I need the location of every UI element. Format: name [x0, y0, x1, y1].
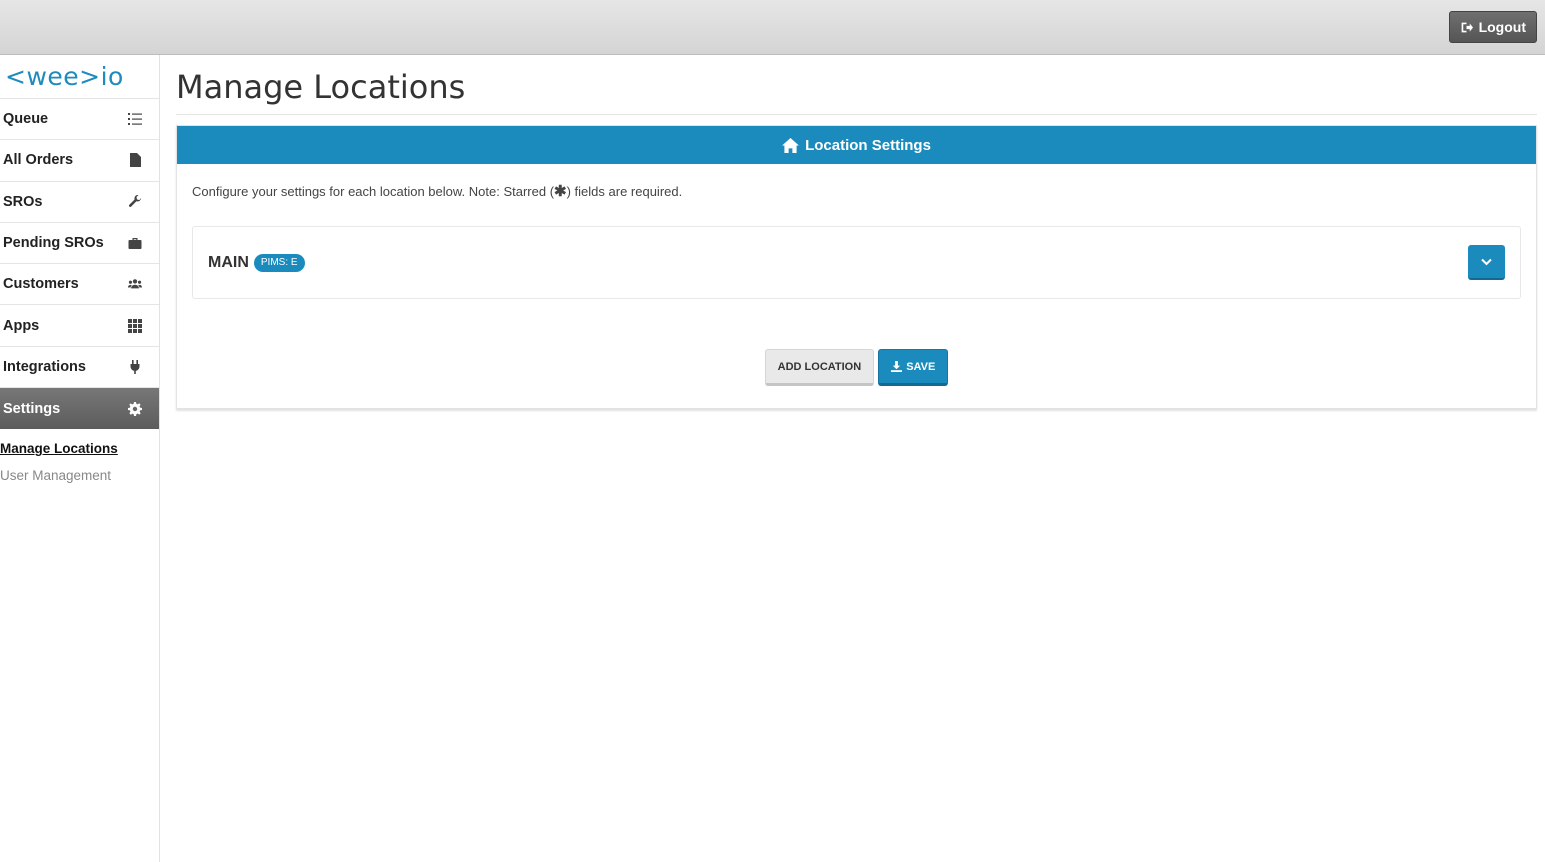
- sidebar-item-label: Integrations: [3, 358, 86, 375]
- location-heading: MAIN PIMS: E: [208, 253, 305, 272]
- sidebar-item-integrations[interactable]: Integrations: [0, 347, 159, 389]
- main-content: Manage Locations Location Settings Confi…: [176, 55, 1537, 409]
- panel-title: Location Settings: [805, 136, 931, 154]
- hint-after: ) fields are required.: [566, 184, 683, 199]
- sidebar-item-label: All Orders: [3, 152, 74, 169]
- sidebar-item-label: Customers: [3, 276, 79, 293]
- sidebar-item-label: SROs: [3, 193, 43, 210]
- panel-header: Location Settings: [177, 126, 1536, 164]
- sidebar-item-sros[interactable]: SROs: [0, 182, 159, 223]
- list-icon: [128, 113, 142, 126]
- sidebar-item-customers[interactable]: Customers: [0, 264, 159, 306]
- sidebar-item-label: Pending SROs: [3, 235, 104, 252]
- page-title: Manage Locations: [176, 55, 1537, 115]
- logo-text: <wee>io: [5, 62, 124, 91]
- save-label: SAVE: [906, 360, 936, 373]
- add-location-label: ADD LOCATION: [777, 360, 862, 373]
- file-icon: [130, 153, 141, 168]
- sidebar-item-all-orders[interactable]: All Orders: [0, 140, 159, 182]
- sidebar: <wee>io Queue All Orders SROs Pending SR…: [0, 55, 160, 862]
- sign-out-icon: [1461, 22, 1473, 32]
- sidebar-item-label: Settings: [3, 400, 61, 417]
- save-button[interactable]: SAVE: [878, 349, 949, 386]
- location-settings-panel: Location Settings Configure your setting…: [176, 125, 1537, 409]
- sidebar-item-pending-sros[interactable]: Pending SROs: [0, 223, 159, 265]
- required-star-icon: ✱: [554, 183, 567, 200]
- instructions-text: Configure your settings for each locatio…: [192, 182, 1521, 200]
- location-card-main[interactable]: MAIN PIMS: E: [192, 226, 1521, 299]
- chevron-down-icon: [1481, 258, 1492, 265]
- home-icon: [782, 137, 800, 153]
- add-location-button[interactable]: ADD LOCATION: [764, 349, 875, 386]
- logo[interactable]: <wee>io: [0, 55, 159, 99]
- download-icon: [891, 361, 903, 372]
- grid-icon: [128, 318, 142, 333]
- expand-location-button[interactable]: [1468, 245, 1505, 280]
- hint-before: Configure your settings for each locatio…: [192, 184, 555, 199]
- sidebar-item-queue[interactable]: Queue: [0, 99, 159, 141]
- plug-icon: [130, 359, 140, 374]
- sidebar-item-apps[interactable]: Apps: [0, 305, 159, 347]
- subnav-user-management[interactable]: User Management: [0, 462, 159, 489]
- sidebar-item-settings[interactable]: Settings: [0, 388, 159, 430]
- logout-label: Logout: [1478, 19, 1526, 35]
- briefcase-icon: [128, 238, 142, 250]
- logout-button[interactable]: Logout: [1448, 11, 1537, 43]
- top-bar: Logout: [0, 0, 1545, 55]
- sidebar-item-label: Apps: [3, 317, 40, 334]
- settings-subnav: Manage Locations User Management: [0, 429, 159, 489]
- panel-body: Configure your settings for each locatio…: [177, 164, 1536, 408]
- sidebar-item-label: Queue: [3, 111, 49, 128]
- subnav-manage-locations[interactable]: Manage Locations: [0, 435, 159, 462]
- users-icon: [128, 279, 142, 289]
- form-actions: ADD LOCATION SAVE: [192, 349, 1521, 386]
- pims-badge: PIMS: E: [253, 253, 305, 272]
- location-name: MAIN: [208, 253, 249, 271]
- wrench-icon: [128, 194, 141, 207]
- gear-icon: [128, 401, 142, 416]
